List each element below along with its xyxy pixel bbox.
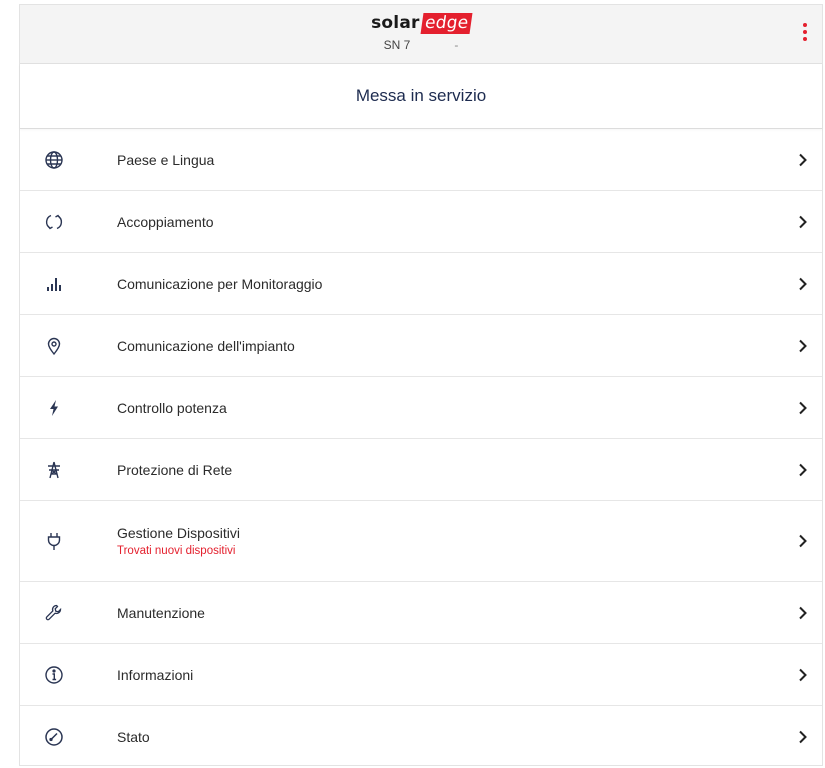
gauge-icon xyxy=(42,725,66,749)
chevron-right-icon xyxy=(796,534,810,548)
chevron-right-icon xyxy=(796,668,810,682)
serial-number: SN 7 - xyxy=(20,38,822,52)
location-pin-icon xyxy=(42,334,66,358)
menu-item-label: Accoppiamento xyxy=(117,213,214,230)
menu-item-label: Controllo potenza xyxy=(117,399,227,416)
menu-item-label: Comunicazione per Monitoraggio xyxy=(117,275,323,292)
wrench-icon xyxy=(42,601,66,625)
menu-item-comunicazione-impianto[interactable]: Comunicazione dell'impianto xyxy=(20,315,822,377)
chevron-right-icon xyxy=(796,730,810,744)
title-bar: Messa in servizio xyxy=(20,64,822,129)
menu-item-label: Informazioni xyxy=(117,666,194,683)
info-icon xyxy=(42,663,66,687)
menu-item-gestione-dispositivi[interactable]: Gestione Dispositivi Trovati nuovi dispo… xyxy=(20,501,822,582)
new-devices-notice: Trovati nuovi dispositivi xyxy=(117,545,236,557)
menu-item-accoppiamento[interactable]: Accoppiamento xyxy=(20,191,822,253)
sync-icon xyxy=(42,210,66,234)
chevron-right-icon xyxy=(796,463,810,477)
menu-item-label: Stato xyxy=(117,728,150,745)
app-window: solar edge SN 7 - Messa in servizio Paese … xyxy=(19,4,823,766)
logo-solar-text: solar xyxy=(371,13,420,33)
plug-icon xyxy=(42,529,66,553)
menu-item-controllo-potenza[interactable]: Controllo potenza xyxy=(20,377,822,439)
logo-edge-text: edge xyxy=(420,13,473,34)
chevron-right-icon xyxy=(796,606,810,620)
menu-item-label: Comunicazione dell'impianto xyxy=(117,337,295,354)
menu-item-label: Manutenzione xyxy=(117,604,205,621)
globe-icon xyxy=(42,148,66,172)
more-options-icon[interactable] xyxy=(802,23,808,47)
page-title: Messa in servizio xyxy=(355,86,487,105)
chevron-right-icon xyxy=(796,401,810,415)
serial-separator: - xyxy=(454,38,459,52)
chevron-right-icon xyxy=(796,277,810,291)
menu-item-label: Gestione Dispositivi xyxy=(117,525,240,541)
serial-label: SN 7 xyxy=(383,38,411,52)
chevron-right-icon xyxy=(796,339,810,353)
power-tower-icon xyxy=(42,458,66,482)
menu-item-label: Paese e Lingua xyxy=(117,151,215,168)
menu-item-comunicazione-monitoraggio[interactable]: Comunicazione per Monitoraggio xyxy=(20,253,822,315)
menu-item-paese-lingua[interactable]: Paese e Lingua xyxy=(20,129,822,191)
menu-item-informazioni[interactable]: Informazioni xyxy=(20,644,822,706)
menu-item-protezione-rete[interactable]: Protezione di Rete xyxy=(20,439,822,501)
chevron-right-icon xyxy=(796,153,810,167)
top-header: solar edge SN 7 - xyxy=(20,5,822,64)
menu-item-manutenzione[interactable]: Manutenzione xyxy=(20,582,822,644)
menu-list: Paese e Lingua Accoppiamento Comunicazio… xyxy=(20,129,822,767)
lightning-icon xyxy=(42,396,66,420)
solaredge-logo: solar edge xyxy=(20,13,822,34)
menu-item-label: Protezione di Rete xyxy=(117,461,233,478)
menu-item-stato[interactable]: Stato xyxy=(20,706,822,767)
signal-bars-icon xyxy=(42,272,66,296)
chevron-right-icon xyxy=(796,215,810,229)
